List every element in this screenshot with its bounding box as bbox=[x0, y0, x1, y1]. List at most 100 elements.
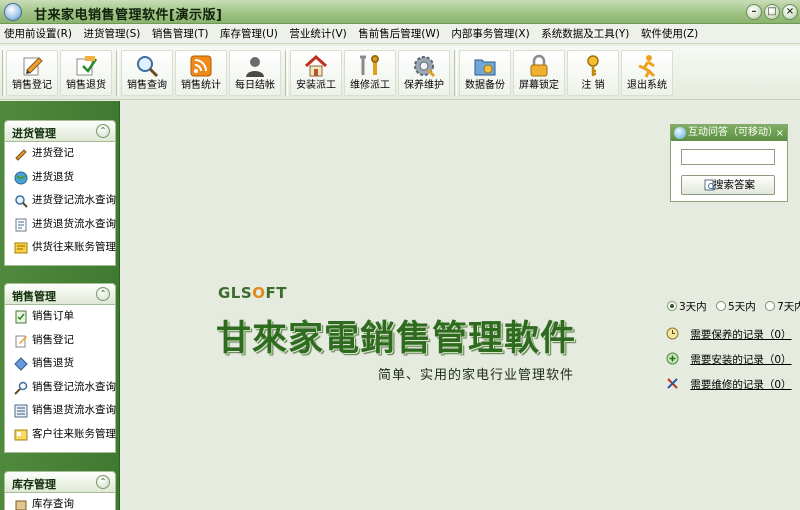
menu-setup[interactable]: 使用前设置(R) bbox=[0, 24, 76, 44]
toolbar-install-dispatch-button[interactable]: 安装派工 bbox=[290, 50, 342, 96]
collapse-chevron-icon[interactable]: ⌃ bbox=[96, 124, 110, 138]
toolbar-backup-button[interactable]: 数据备份 bbox=[459, 50, 511, 96]
toolbar-daily-closing-button[interactable]: 每日结帐 bbox=[229, 50, 281, 96]
order-icon bbox=[15, 310, 27, 324]
collapse-chevron-icon[interactable]: ⌃ bbox=[96, 475, 110, 489]
document-icon bbox=[15, 218, 27, 231]
sidebar-item-purchase-register-log[interactable]: 进货登记流水查询 bbox=[5, 189, 116, 213]
window-title: 甘来家电销售管理软件[演示版] bbox=[34, 8, 223, 23]
sales-panel: 销售管理 ⌃ 销售订单 销售登记 销售退货 销售登记流水查询 销售退货流水查询 … bbox=[4, 283, 116, 453]
list-icon bbox=[14, 404, 28, 418]
day-option-7[interactable]: 7天内 bbox=[765, 301, 800, 313]
sidebar-item-sales-register-log[interactable]: 销售登记流水查询 bbox=[5, 376, 116, 400]
toolbar-separator bbox=[2, 50, 5, 96]
toolbar-separator bbox=[285, 50, 288, 96]
toolbar-sales-register-button[interactable]: 销售登记 bbox=[6, 50, 58, 96]
maximize-button[interactable]: □ bbox=[764, 4, 780, 20]
magnifier-icon bbox=[137, 56, 159, 78]
toolbar-sales-stats-button[interactable]: 销售统计 bbox=[175, 50, 227, 96]
sidebar-item-supplier-accounts[interactable]: 供货往来账务管理 bbox=[5, 236, 116, 260]
app-icon[interactable] bbox=[4, 3, 22, 21]
running-man-icon bbox=[638, 55, 656, 78]
pencil-paper-icon bbox=[15, 335, 27, 347]
sidebar-item-purchase-register[interactable]: 进货登记 bbox=[5, 142, 115, 166]
clock-icon bbox=[666, 327, 679, 340]
toolbar-screen-lock-button[interactable]: 屏幕锁定 bbox=[513, 50, 565, 96]
lock-icon bbox=[530, 54, 548, 77]
toolbar-repair-dispatch-button[interactable]: 维修派工 bbox=[344, 50, 396, 96]
menu-bar: 使用前设置(R) 进货管理(S) 销售管理(T) 库存管理(U) 营业统计(V)… bbox=[0, 24, 800, 44]
toolbar-exit-button[interactable]: 退出系统 bbox=[621, 50, 673, 96]
globe-icon bbox=[674, 127, 686, 139]
note-icon bbox=[14, 242, 28, 254]
menu-service[interactable]: 售前售后管理(W) bbox=[354, 24, 444, 44]
search-icon bbox=[15, 195, 28, 208]
menu-sales[interactable]: 销售管理(T) bbox=[148, 24, 213, 44]
diamond-icon bbox=[14, 357, 28, 371]
gear-icon bbox=[414, 56, 436, 78]
qa-panel-header[interactable]: 互动问答（可移动） × bbox=[671, 125, 787, 141]
product-slogan: 简单、实用的家电行业管理软件 bbox=[378, 368, 575, 383]
inventory-panel: 库存管理 ⌃ 库存查询 bbox=[4, 471, 116, 510]
sidebar: 进货管理 ⌃ 进货登记 进货退货 进货登记流水查询 进货退货流水查询 供货往来账… bbox=[0, 101, 120, 510]
purchase-panel-header[interactable]: 进货管理 ⌃ bbox=[4, 120, 116, 142]
menu-statistics[interactable]: 营业统计(V) bbox=[285, 24, 350, 44]
toolbar-sales-return-button[interactable]: 销售退货 bbox=[60, 50, 112, 96]
menu-tools[interactable]: 系统数据及工具(Y) bbox=[537, 24, 633, 44]
toolbar-separator bbox=[454, 50, 457, 96]
sidebar-item-sales-return-log[interactable]: 销售退货流水查询 bbox=[5, 399, 116, 423]
purchase-panel-body: 进货登记 进货退货 进货登记流水查询 进货退货流水查询 供货往来账务管理 bbox=[4, 142, 116, 266]
sidebar-item-sales-register[interactable]: 销售登记 bbox=[5, 329, 115, 353]
ledger-icon bbox=[14, 429, 28, 440]
purchase-panel: 进货管理 ⌃ 进货登记 进货退货 进货登记流水查询 进货退货流水查询 供货往来账… bbox=[4, 120, 116, 266]
key-icon bbox=[587, 55, 599, 76]
menu-purchase[interactable]: 进货管理(S) bbox=[80, 24, 145, 44]
menu-inventory[interactable]: 库存管理(U) bbox=[216, 24, 282, 44]
product-title: 甘來家電銷售管理軟件 bbox=[216, 318, 577, 359]
repair-records-link[interactable]: 需要维修的记录（0） bbox=[666, 377, 792, 392]
install-records-link[interactable]: 需要安装的记录（0） bbox=[666, 352, 792, 367]
toolbar-sales-query-button[interactable]: 销售查询 bbox=[121, 50, 173, 96]
toolbar: 销售登记 销售退货 销售查询 销售统计 每日结帐 安装派工 维修派工 保养维护 … bbox=[0, 46, 800, 100]
pencil-icon bbox=[15, 149, 27, 161]
sidebar-item-inventory-query[interactable]: 库存查询 bbox=[5, 493, 115, 510]
radio-icon bbox=[716, 301, 727, 311]
qa-search-input[interactable] bbox=[681, 149, 775, 165]
toolbar-logout-button[interactable]: 注 销 bbox=[567, 50, 619, 96]
wrench-icon bbox=[360, 55, 379, 75]
tools-icon bbox=[667, 378, 678, 389]
sidebar-item-purchase-return-log[interactable]: 进货退货流水查询 bbox=[5, 213, 116, 237]
brand-logo: GLSOFT bbox=[218, 284, 287, 302]
paper-return-icon bbox=[76, 56, 98, 76]
radio-icon bbox=[667, 301, 677, 311]
plus-icon bbox=[666, 352, 679, 365]
day-option-3[interactable]: 3天内 bbox=[667, 301, 707, 313]
qa-close-icon[interactable]: × bbox=[776, 126, 784, 142]
globe-icon bbox=[14, 171, 28, 184]
rss-chart-icon bbox=[190, 55, 212, 77]
sidebar-item-sales-order[interactable]: 销售订单 bbox=[5, 305, 115, 329]
box-icon bbox=[15, 500, 27, 510]
sidebar-item-customer-accounts[interactable]: 客户往来账务管理 bbox=[5, 423, 116, 447]
toolbar-maintenance-button[interactable]: 保养维护 bbox=[398, 50, 450, 96]
sales-panel-body: 销售订单 销售登记 销售退货 销售登记流水查询 销售退货流水查询 客户往来账务管… bbox=[4, 305, 116, 453]
sidebar-item-purchase-return[interactable]: 进货退货 bbox=[5, 166, 115, 190]
maintenance-records-link[interactable]: 需要保养的记录（0） bbox=[666, 327, 792, 342]
day-filter: 3天内 5天内 7天内 bbox=[667, 299, 800, 314]
menu-internal[interactable]: 内部事务管理(X) bbox=[447, 24, 533, 44]
qa-panel[interactable]: 互动问答（可移动） × 搜索答案 bbox=[670, 124, 788, 202]
person-icon bbox=[246, 57, 264, 77]
inventory-panel-body: 库存查询 bbox=[4, 493, 116, 510]
sidebar-item-sales-return[interactable]: 销售退货 bbox=[5, 352, 115, 376]
menu-help[interactable]: 软件使用(Z) bbox=[637, 24, 702, 44]
day-option-5[interactable]: 5天内 bbox=[716, 301, 756, 313]
sales-panel-header[interactable]: 销售管理 ⌃ bbox=[4, 283, 116, 305]
collapse-chevron-icon[interactable]: ⌃ bbox=[96, 287, 110, 301]
title-bar: 甘来家电销售管理软件[演示版] – □ × bbox=[0, 0, 800, 24]
key-search-icon bbox=[14, 381, 28, 395]
inventory-panel-header[interactable]: 库存管理 ⌃ bbox=[4, 471, 116, 493]
close-button[interactable]: × bbox=[782, 4, 798, 20]
house-icon bbox=[304, 54, 328, 77]
qa-search-button[interactable]: 搜索答案 bbox=[681, 175, 775, 195]
minimize-button[interactable]: – bbox=[746, 4, 762, 20]
